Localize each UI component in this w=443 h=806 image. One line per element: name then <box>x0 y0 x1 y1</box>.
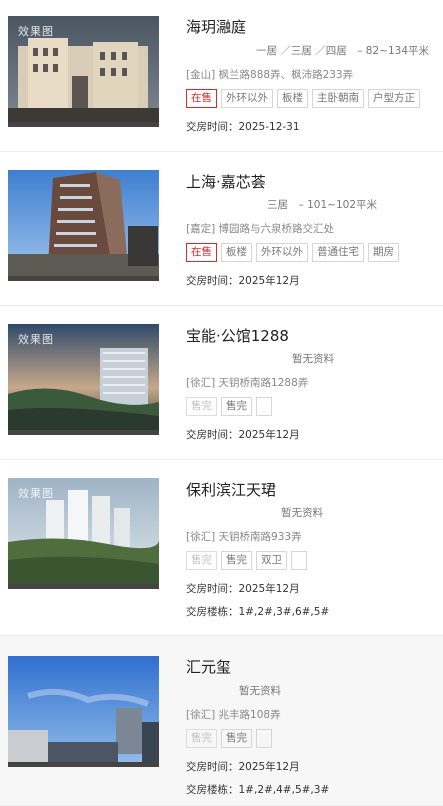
listing-spec: 三居 – 101~102平米 <box>267 199 377 211</box>
tag: 期房 <box>368 243 399 262</box>
listing-address: [徐汇] 天钥桥南路1288弄 <box>186 377 309 389</box>
tag: 售完 <box>221 729 252 748</box>
delivery-time: 交房时间：2025年12月 <box>186 275 300 287</box>
tag: 普通住宅 <box>312 243 364 262</box>
listing-spec: 暂无资料 <box>239 685 281 697</box>
listing-tags: 在售 板楼 外环以外 普通住宅 期房 <box>186 243 399 262</box>
tag-status: 售完 <box>186 551 217 570</box>
delivery-time: 交房时间：2025年12月 <box>186 583 300 595</box>
listing-name[interactable]: 保利滨江天珺 <box>186 479 276 500</box>
tag: 售完 <box>221 397 252 416</box>
listing-address: [徐汇] 天钥桥南路933弄 <box>186 531 302 543</box>
render-watermark: 效果图 <box>18 487 54 500</box>
tag-empty <box>256 729 272 748</box>
listing-item[interactable]: 上海·嘉芯荟 三居 – 101~102平米 [嘉定] 博园路与六泉桥路交汇处 在… <box>0 152 443 306</box>
tag: 板楼 <box>277 89 308 108</box>
delivery-time: 交房时间：2025年12月 <box>186 429 300 441</box>
listing-spec: 一居 ／三居 ／四居 – 82~134平米 <box>256 45 429 57</box>
listing-thumbnail[interactable] <box>8 170 159 281</box>
listing-address: [金山] 枫兰路888弄、枫沛路233弄 <box>186 69 354 81</box>
tag: 户型方正 <box>368 89 420 108</box>
listing-tags: 售完 售完 <box>186 729 272 748</box>
tag: 双卫 <box>256 551 287 570</box>
listing-thumbnail[interactable]: 效果图 <box>8 324 159 435</box>
delivery-time: 交房时间：2025年12月 <box>186 761 300 773</box>
listing-name[interactable]: 汇元玺 <box>186 656 231 677</box>
listing-tags: 在售 外环以外 板楼 主卧朝南 户型方正 <box>186 89 420 108</box>
listing-tags: 售完 售完 双卫 <box>186 551 307 570</box>
listing-tags: 售完 售完 <box>186 397 272 416</box>
tag-empty <box>291 551 307 570</box>
tag-status: 在售 <box>186 89 217 108</box>
render-watermark: 效果图 <box>18 333 54 346</box>
listing-address: [嘉定] 博园路与六泉桥路交汇处 <box>186 223 335 235</box>
listing-thumbnail[interactable] <box>8 656 159 767</box>
tag-empty <box>256 397 272 416</box>
tag: 主卧朝南 <box>312 89 364 108</box>
tag: 售完 <box>221 551 252 570</box>
tag: 外环以外 <box>256 243 308 262</box>
listing-address: [徐汇] 兆丰路108弄 <box>186 709 281 721</box>
tag: 外环以外 <box>221 89 273 108</box>
listing-item[interactable]: 效果图 保利滨江天珺 暂无资料 [徐汇] 天钥桥南路933弄 售完 售完 双卫 … <box>0 460 443 636</box>
listing-item[interactable]: 汇元玺 暂无资料 [徐汇] 兆丰路108弄 售完 售完 交房时间：2025年12… <box>0 636 443 806</box>
delivery-buildings: 交房楼栋：1#,2#,4#,5#,3# <box>186 784 330 796</box>
listing-thumbnail[interactable]: 效果图 <box>8 478 159 589</box>
tag-status: 售完 <box>186 397 217 416</box>
listing-thumbnail[interactable]: 效果图 <box>8 16 159 127</box>
listing-item[interactable]: 效果图 海玥瀜庭 一居 ／三居 ／四居 – 82~134平米 [金山] 枫兰路8… <box>0 0 443 152</box>
delivery-buildings: 交房楼栋：1#,2#,3#,6#,5# <box>186 606 330 618</box>
tag-status: 在售 <box>186 243 217 262</box>
listing-item[interactable]: 效果图 宝能·公馆1288 暂无资料 [徐汇] 天钥桥南路1288弄 售完 售完… <box>0 306 443 460</box>
tag-status: 售完 <box>186 729 217 748</box>
building-photo-image <box>8 656 159 762</box>
listing-spec: 暂无资料 <box>292 353 334 365</box>
render-watermark: 效果图 <box>18 25 54 38</box>
tag: 板楼 <box>221 243 252 262</box>
listing-spec: 暂无资料 <box>281 507 323 519</box>
listing-name[interactable]: 上海·嘉芯荟 <box>186 171 266 192</box>
listing-name[interactable]: 海玥瀜庭 <box>186 16 246 37</box>
listing-name[interactable]: 宝能·公馆1288 <box>186 325 289 346</box>
delivery-time: 交房时间：2025-12-31 <box>186 121 300 133</box>
building-photo-image <box>8 170 159 276</box>
